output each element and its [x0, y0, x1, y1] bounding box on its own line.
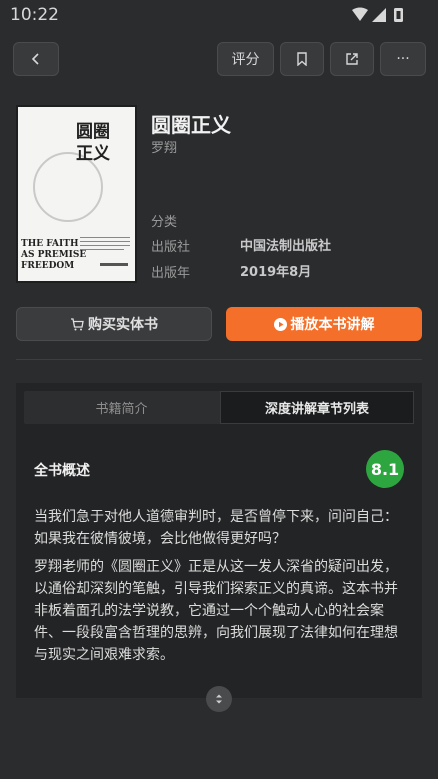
expand-arrows-icon — [216, 694, 222, 704]
tab-bar: 书籍简介 深度讲解章节列表 — [24, 391, 414, 424]
share-button[interactable] — [330, 42, 374, 76]
share-icon — [346, 53, 358, 65]
content-panel: 书籍简介 深度讲解章节列表 全书概述 8.1 当我们急于对他人道德审判时，是否曾… — [16, 383, 422, 698]
status-time: 10:22 — [10, 5, 59, 25]
book-title: 圆圈正义 — [151, 113, 231, 137]
expand-toggle-button[interactable] — [206, 686, 232, 712]
bookmark-button[interactable] — [280, 42, 324, 76]
chevron-left-icon — [31, 53, 39, 65]
rate-button[interactable]: 评分 — [217, 42, 274, 76]
meta-label-year: 出版年 — [151, 266, 191, 281]
meta-label-category: 分类 — [151, 215, 178, 230]
meta-value-publisher: 中国法制出版社 — [240, 239, 332, 254]
back-button[interactable] — [13, 42, 59, 76]
wifi-icon — [352, 7, 368, 21]
svg-text:FREEDOM: FREEDOM — [21, 261, 74, 271]
svg-text:正义: 正义 — [76, 143, 110, 164]
signal-icon — [372, 8, 386, 22]
buy-physical-book-button[interactable]: 购买实体书 — [16, 307, 212, 341]
bookmark-icon — [297, 52, 307, 66]
book-author[interactable]: 罗翔 — [151, 137, 177, 156]
overview-paragraph: 罗翔老师的《圆圈正义》正是从这一发人深省的疑问出发，以通俗却深刻的笔触，引导我们… — [34, 559, 398, 663]
status-icons — [352, 7, 403, 22]
cover-art: 圆圈 正义 THE FAITH AS PREMISE FREEDOM — [18, 107, 135, 281]
section-divider — [16, 359, 422, 360]
more-button[interactable]: ··· — [380, 42, 426, 76]
play-button-label: 播放本书讲解 — [290, 317, 375, 333]
overview-title: 全书概述 — [34, 463, 90, 479]
play-icon — [273, 317, 287, 331]
status-bar: 10:22 — [0, 0, 438, 30]
meta-label-publisher: 出版社 — [151, 240, 191, 255]
overview-paragraph: 当我们急于对他人道德审判时，是否曾停下来，问问自己：如果我在彼情彼境，会比他做得… — [34, 509, 398, 547]
meta-value-year: 2019年8月 — [240, 265, 312, 280]
cart-icon — [71, 317, 84, 330]
tab-book-intro[interactable]: 书籍简介 — [24, 391, 219, 424]
book-cover[interactable]: 圆圈 正义 THE FAITH AS PREMISE FREEDOM — [16, 105, 137, 283]
svg-text:THE FAITH: THE FAITH — [21, 239, 79, 249]
buy-button-label: 购买实体书 — [88, 317, 158, 333]
svg-text:圆圈: 圆圈 — [76, 122, 110, 142]
tab-chapter-list[interactable]: 深度讲解章节列表 — [220, 391, 414, 424]
play-explanation-button[interactable]: 播放本书讲解 — [226, 307, 422, 341]
score-badge: 8.1 — [366, 450, 404, 488]
svg-text:AS PREMISE: AS PREMISE — [20, 250, 86, 260]
